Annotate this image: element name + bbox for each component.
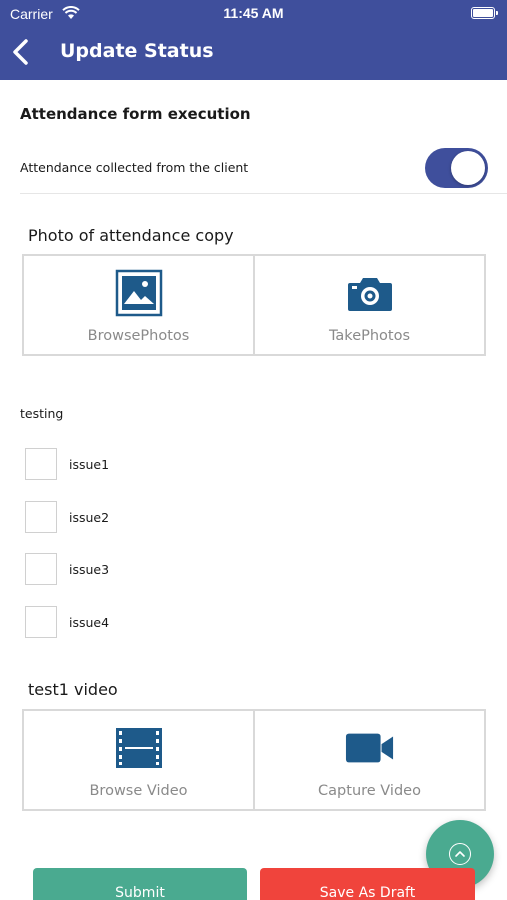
video-picker: Browse Video Capture Video <box>22 709 486 811</box>
photo-picker: BrowsePhotos TakePhotos <box>22 254 486 356</box>
battery-icon <box>471 7 498 19</box>
back-button[interactable] <box>10 38 34 66</box>
film-strip-icon <box>114 723 164 773</box>
photo-group-title: Photo of attendance copy <box>28 226 234 245</box>
checkbox[interactable] <box>25 501 57 533</box>
image-gallery-icon <box>114 268 164 318</box>
video-group-title: test1 video <box>28 680 118 699</box>
form-section-title: Attendance form execution <box>20 105 251 123</box>
checkbox-label: issue4 <box>69 614 110 630</box>
divider <box>20 193 507 194</box>
take-photos-label: TakePhotos <box>328 328 411 344</box>
attendance-toggle[interactable] <box>425 148 488 188</box>
checkbox[interactable] <box>25 606 57 638</box>
chevron-left-icon <box>13 39 28 65</box>
browse-photos-button[interactable]: BrowsePhotos <box>22 254 255 356</box>
browse-video-button[interactable]: Browse Video <box>22 709 255 811</box>
save-draft-button[interactable]: Save As Draft <box>260 868 475 900</box>
clock: 11:45 AM <box>223 5 284 21</box>
checklist-item-issue2[interactable]: issue2 <box>25 501 109 533</box>
checkbox-label: issue2 <box>69 509 110 525</box>
checklist-item-issue1[interactable]: issue1 <box>25 448 109 480</box>
page-title: Update Status <box>60 40 214 62</box>
checklist-item-issue4[interactable]: issue4 <box>25 606 109 638</box>
app-header: Carrier 11:45 AM Update Status <box>0 0 507 80</box>
chevron-up-icon <box>449 843 471 865</box>
checklist-item-issue3[interactable]: issue3 <box>25 553 109 585</box>
checkbox-label: issue3 <box>69 561 110 577</box>
checkbox[interactable] <box>25 448 57 480</box>
browse-video-label: Browse Video <box>89 783 188 799</box>
submit-button[interactable]: Submit <box>33 868 247 900</box>
capture-video-button[interactable]: Capture Video <box>255 709 486 811</box>
checklist-title: testing <box>20 406 64 421</box>
browse-photos-label: BrowsePhotos <box>87 328 190 344</box>
take-photos-button[interactable]: TakePhotos <box>255 254 486 356</box>
video-camera-icon <box>345 723 395 773</box>
checkbox[interactable] <box>25 553 57 585</box>
camera-icon <box>345 268 395 318</box>
toggle-knob <box>451 151 485 185</box>
attendance-toggle-label: Attendance collected from the client <box>20 160 249 175</box>
status-bar: Carrier 11:45 AM <box>0 0 507 28</box>
checkbox-label: issue1 <box>69 456 110 472</box>
capture-video-label: Capture Video <box>318 783 421 799</box>
